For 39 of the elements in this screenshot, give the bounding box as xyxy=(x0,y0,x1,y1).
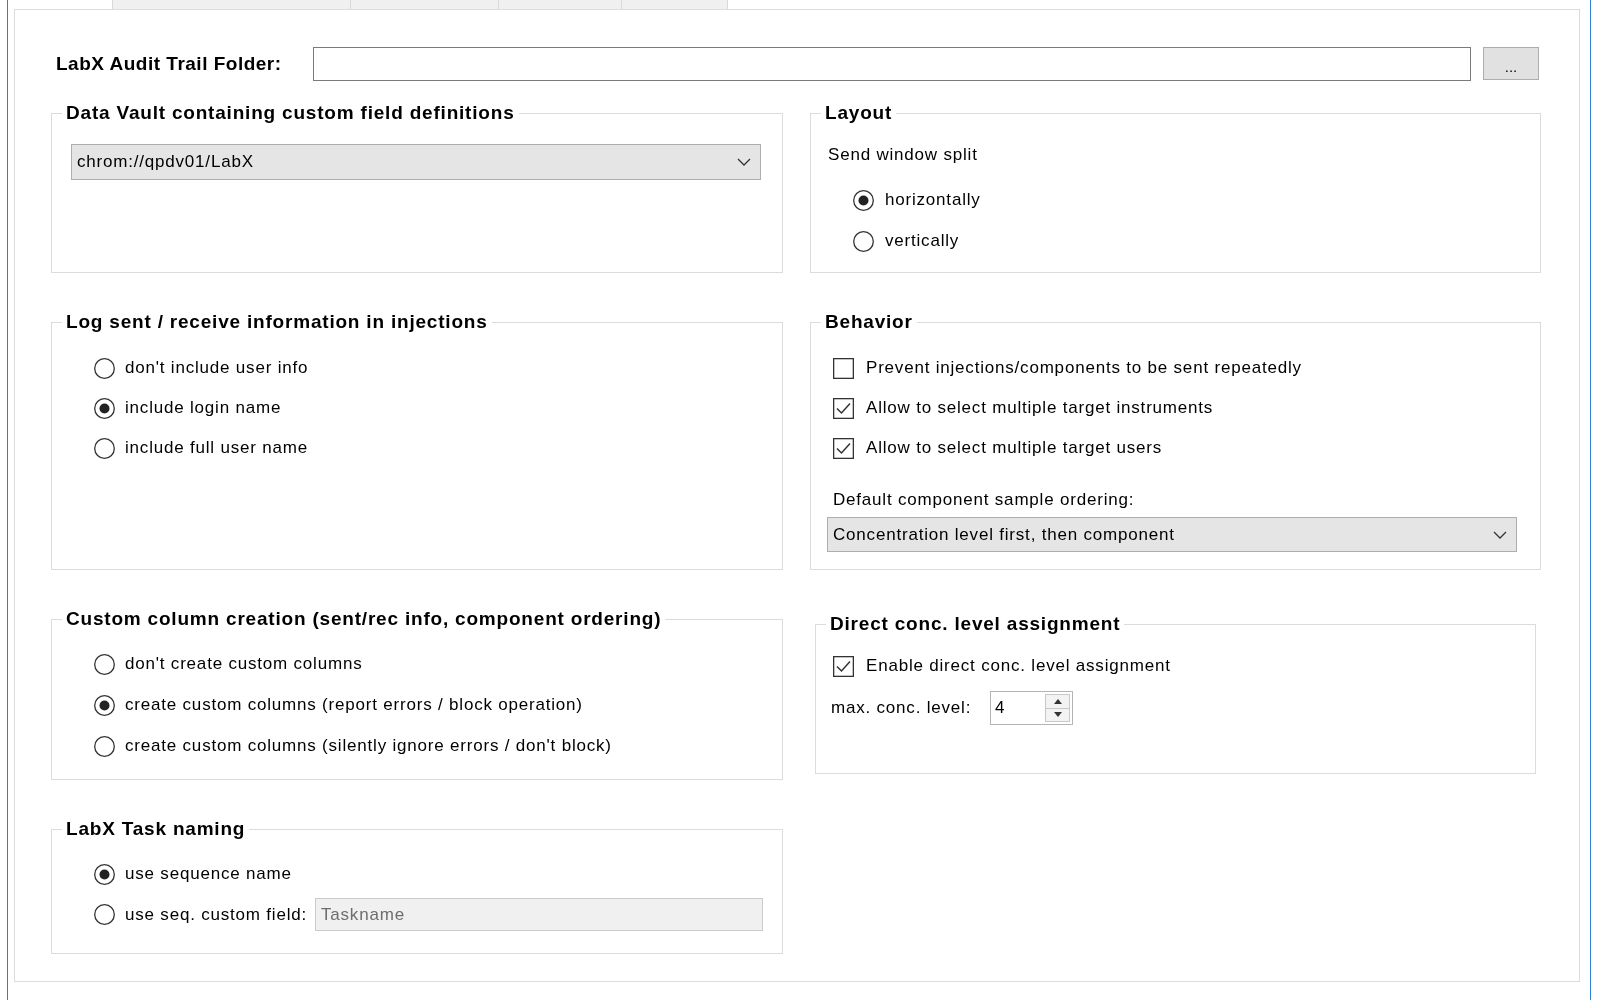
radio-option[interactable]: vertically xyxy=(853,230,960,252)
dropdown[interactable]: Concentration level first, then component xyxy=(827,517,1517,552)
group-title: Direct conc. level assignment xyxy=(829,614,1122,634)
radio-option[interactable]: horizontally xyxy=(853,189,981,211)
radio-option[interactable]: use sequence name xyxy=(94,863,292,885)
group-title: LabX Task naming xyxy=(65,819,247,839)
option-label: Send window split xyxy=(828,145,978,165)
checkbox-option[interactable]: Enable direct conc. level assignment xyxy=(833,655,1171,677)
checkbox-option[interactable]: Allow to select multiple target instruments xyxy=(833,397,1214,419)
browse-button[interactable]: ... xyxy=(1483,47,1539,80)
radio-option[interactable]: create custom columns (silently ignore errors / don't block) xyxy=(94,735,612,757)
field-label: max. conc. level: xyxy=(831,698,972,717)
dropdown[interactable]: chrom://qpdv01/LabX xyxy=(71,144,761,180)
tab[interactable] xyxy=(498,0,622,9)
checkbox-option[interactable]: Allow to select multiple target users xyxy=(833,437,1163,459)
option-label: Default component sample ordering: xyxy=(833,490,1135,510)
tab[interactable] xyxy=(621,0,728,9)
radio-option[interactable]: don't create custom columns xyxy=(94,653,363,675)
down-triangle-icon xyxy=(1053,712,1062,718)
group-title: Custom column creation (sent/rec info, component ordering) xyxy=(65,609,663,629)
group-title: Layout xyxy=(824,103,894,123)
chevron-down-icon xyxy=(737,158,751,166)
chevron-down-icon xyxy=(1493,530,1507,539)
checkbox-option[interactable]: Prevent injections/components to be sent repeatedly xyxy=(833,357,1302,379)
folder-path-field[interactable] xyxy=(313,46,1471,81)
group-title: Data Vault containing custom field definitions xyxy=(65,103,516,123)
radio-option[interactable]: use seq. custom field: xyxy=(94,903,307,926)
group-title: Log sent / receive information in injections xyxy=(65,312,489,332)
tab[interactable] xyxy=(350,0,499,9)
field-label: LabX Audit Trail Folder: xyxy=(56,52,282,74)
up-triangle-icon xyxy=(1053,698,1062,704)
radio-option[interactable]: include full user name xyxy=(94,437,308,459)
radio-option[interactable]: include login name xyxy=(94,397,282,419)
tab[interactable] xyxy=(112,0,351,9)
radio-option[interactable]: create custom columns (report errors / block operation) xyxy=(94,694,583,716)
number-spin-field[interactable]: 4 xyxy=(990,691,1073,725)
spin-up-button[interactable] xyxy=(1046,695,1069,708)
group-title: Behavior xyxy=(824,312,914,332)
radio-option[interactable]: don't include user info xyxy=(94,357,309,379)
